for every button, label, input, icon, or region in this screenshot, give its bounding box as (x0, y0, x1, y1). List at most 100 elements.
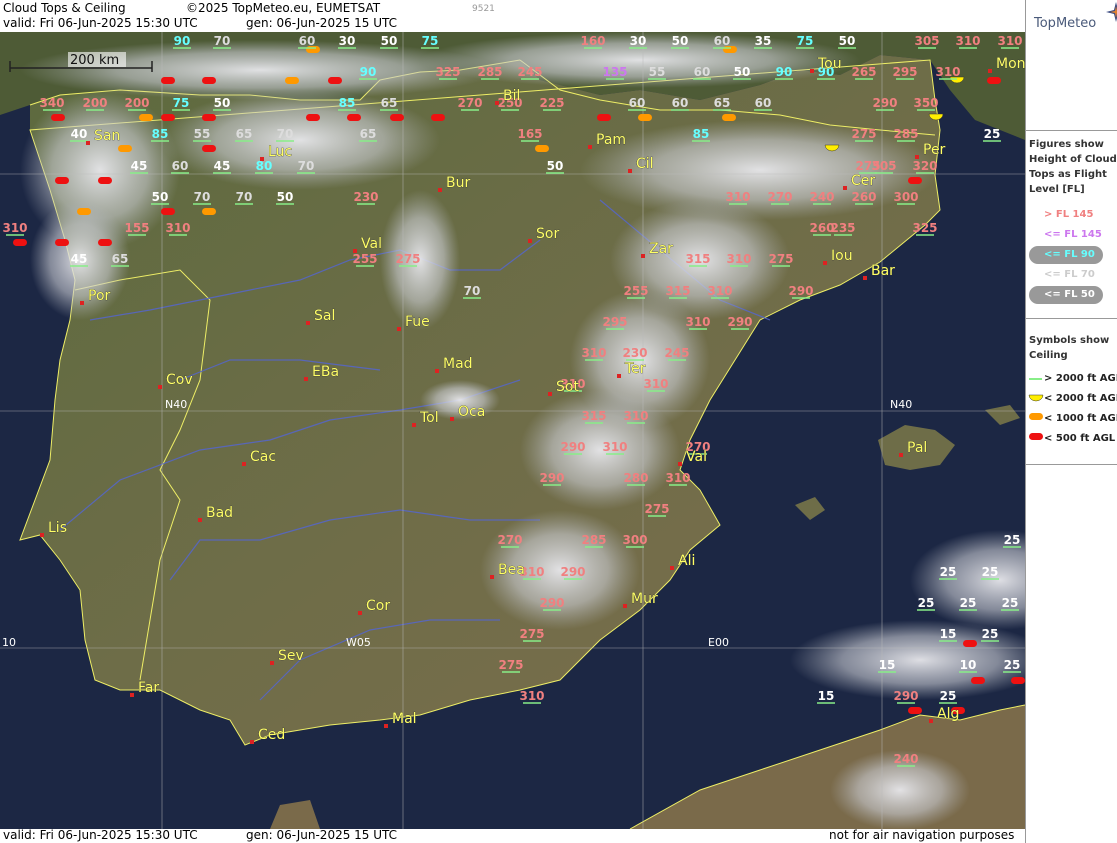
cloud-top-value: 310 (955, 34, 980, 48)
cloud-top-value: 50 (672, 34, 689, 48)
cloud-top-figure: 275 (519, 627, 545, 642)
cloud-top-value: 315 (685, 252, 710, 266)
cloud-top-value: 90 (360, 65, 377, 79)
cloud-top-value: 200 (82, 96, 107, 110)
city-label: Pam (596, 132, 626, 148)
cloud-top-figure: 305 (871, 159, 897, 174)
ceiling-orange-pill-icon (638, 114, 652, 121)
ceiling-red-pill-icon (306, 114, 320, 121)
city-marker-icon (899, 453, 903, 457)
cloud-top-figure: 60 (171, 159, 189, 174)
cloud-top-figure: 155 (124, 221, 150, 236)
ceiling-red-pill-icon (347, 114, 361, 121)
cloud-top-figure: 25 (959, 596, 977, 611)
cloud-top-value: 50 (839, 34, 856, 48)
city-label: Luc (268, 144, 292, 160)
cloud-top-value: 290 (560, 565, 585, 579)
cloud-top-figure: 290 (560, 565, 586, 580)
cloud-top-figure: 15 (939, 627, 957, 642)
cloud-top-value: 60 (755, 96, 772, 110)
city-label: Alg (937, 706, 959, 722)
city-label: Iou (831, 248, 853, 264)
cloud-top-figure: 340 (39, 96, 65, 111)
cloud-top-figure: 50 (276, 190, 294, 205)
cloud-top-value: 275 (519, 627, 544, 641)
city-label: Ced (258, 727, 285, 743)
city-label: Tou (817, 56, 842, 72)
cloud-top-figure: 25 (981, 627, 999, 642)
cloud-top-value: 275 (768, 252, 793, 266)
cloud-top-figure: 55 (193, 127, 211, 142)
cloud-top-value: 25 (918, 596, 935, 610)
cloud-top-value: 305 (914, 34, 939, 48)
cloud-top-figure: 65 (235, 127, 253, 142)
cloud-top-figure: 325 (912, 221, 938, 236)
cloud-top-figure: 320 (912, 159, 938, 174)
city-label: Bur (446, 175, 470, 191)
city-marker-icon (353, 249, 357, 253)
cloud-top-value: 30 (339, 34, 356, 48)
cloud-top-figure: 310 (581, 346, 607, 361)
cloud-top-value: 310 (707, 284, 732, 298)
cloud-top-figure: 35 (754, 34, 772, 49)
city-label: Val (686, 449, 707, 465)
city-label: Pal (907, 440, 927, 456)
cloud-top-figure: 90 (775, 65, 793, 80)
cloud-top-figure: 305 (914, 34, 940, 49)
cloud-top-figure: 70 (463, 284, 481, 299)
cloud-top-figure: 50 (671, 34, 689, 49)
cloud-top-figure: 310 (2, 221, 28, 236)
city-marker-icon (40, 533, 44, 537)
ceiling-red-pill-icon (13, 239, 27, 246)
cloud-top-figure: 290 (893, 689, 919, 704)
scale-label: 200 km (70, 53, 119, 68)
cloud-top-figure: 275 (395, 252, 421, 267)
cloud-top-figure: 70 (297, 159, 315, 174)
cloud-top-value: 75 (422, 34, 439, 48)
cloud-top-figure: 270 (767, 190, 793, 205)
cloud-top-value: 80 (256, 159, 273, 173)
figures-legend-title: Figures show Height of Cloud Tops as Fli… (1029, 139, 1117, 195)
cloud-top-value: 310 (726, 252, 751, 266)
cloud-top-figure: 255 (623, 284, 649, 299)
cloud-top-value: 65 (112, 252, 129, 266)
cloud-top-value: 245 (664, 346, 689, 360)
ceiling-red-pill-icon (161, 77, 175, 84)
cloud-top-value: 255 (352, 252, 377, 266)
ceiling-orange-pill-icon (202, 208, 216, 215)
cloud-top-figure: 70 (193, 190, 211, 205)
legend-fl-70: <= FL 70 (1044, 269, 1095, 280)
cloud-top-figure: 65 (359, 127, 377, 142)
cloud-top-value: 310 (602, 440, 627, 454)
city-marker-icon (130, 693, 134, 697)
city-label: Lis (48, 520, 67, 536)
cloud-top-figure: 165 (517, 127, 543, 142)
cloud-top-value: 290 (788, 284, 813, 298)
cloud-top-value: 25 (1004, 658, 1021, 672)
ceiling-red-pill-icon (431, 114, 445, 121)
legend-fl-145: <= FL 145 (1044, 229, 1102, 240)
satellite-map[interactable]: N40 N40 W05 E00 10 200 km 90 70 60 30 50 75 16… (0, 32, 1025, 829)
cloud-top-value: 160 (580, 34, 605, 48)
cloud-top-value: 70 (277, 127, 294, 141)
cloud-top-value: 235 (830, 221, 855, 235)
cloud-top-value: 30 (630, 34, 647, 48)
cloud-top-value: 240 (809, 190, 834, 204)
cloud-top-figure: 275 (644, 502, 670, 517)
cloud-top-value: 35 (755, 34, 772, 48)
city-label: Bea (498, 562, 525, 578)
cloud-top-value: 200 (124, 96, 149, 110)
ceiling-red-pill-icon (161, 208, 175, 215)
city-marker-icon (260, 157, 264, 161)
cloud-top-value: 60 (714, 34, 731, 48)
cloud-top-figure: 310 (725, 190, 751, 205)
cloud-top-value: 230 (353, 190, 378, 204)
cloud-top-value: 290 (872, 96, 897, 110)
cloud-top-value: 340 (39, 96, 64, 110)
cloud-top-figure: 40 (70, 127, 88, 142)
cloud-top-value: 45 (214, 159, 231, 173)
ceiling-orange-pill-icon (722, 114, 736, 121)
cloud-top-figure: 265 (851, 65, 877, 80)
city-label: Cac (250, 449, 276, 465)
cloud-top-value: 25 (1004, 533, 1021, 547)
